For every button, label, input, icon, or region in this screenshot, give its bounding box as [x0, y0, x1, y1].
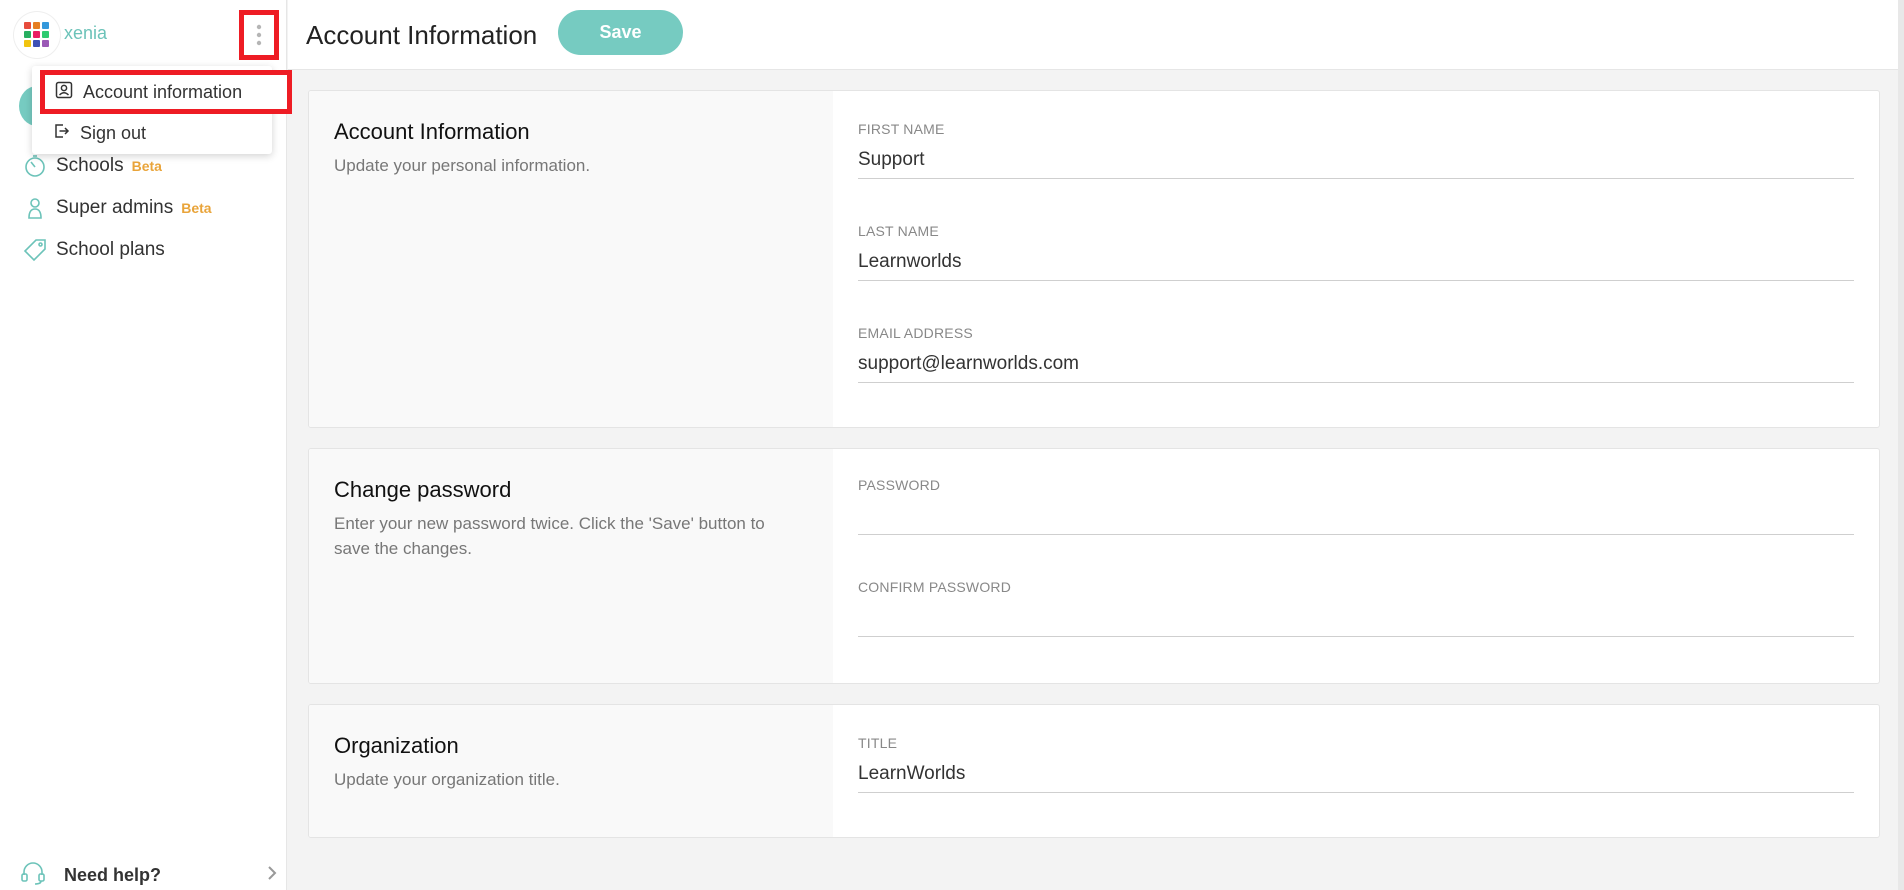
- confirm-password-input[interactable]: [858, 599, 1854, 637]
- scrollbar[interactable]: [1898, 0, 1904, 890]
- brand-grid-icon: [24, 22, 51, 49]
- change-password-card: Change password Enter your new password …: [308, 448, 1880, 684]
- stopwatch-icon: [22, 153, 48, 179]
- password-field: PASSWORD: [858, 477, 1854, 545]
- sidebar-item-super-admins[interactable]: Super admins Beta: [22, 195, 212, 221]
- kebab-menu-icon: [256, 24, 262, 46]
- section-title: Organization: [334, 733, 459, 758]
- beta-badge: Beta: [181, 200, 212, 216]
- field-label: EMAIL ADDRESS: [858, 325, 973, 341]
- sidebar-item-label: School plans: [56, 239, 165, 260]
- field-label: PASSWORD: [858, 477, 941, 493]
- last-name-field: LAST NAME: [858, 223, 1854, 291]
- username[interactable]: xenia: [64, 23, 107, 44]
- menu-item-account-information[interactable]: Account information: [40, 70, 292, 114]
- need-help-button[interactable]: Need help?: [20, 860, 278, 890]
- first-name-field: FIRST NAME: [858, 121, 1854, 189]
- confirm-password-field: CONFIRM PASSWORD: [858, 579, 1854, 647]
- password-input[interactable]: [858, 497, 1854, 535]
- more-options-button[interactable]: [239, 10, 279, 60]
- menu-item-sign-out[interactable]: Sign out: [32, 113, 272, 153]
- sidebar-item-schools[interactable]: Schools Beta: [22, 153, 162, 179]
- user-dropdown-menu: Account information Sign out: [32, 66, 292, 154]
- organization-card: Organization Update your organization ti…: [308, 704, 1880, 838]
- organization-title-input[interactable]: [858, 755, 1854, 793]
- section-description: Update your organization title.: [334, 770, 560, 789]
- sidebar-item-label: Super admins: [56, 197, 174, 218]
- headset-icon: [20, 860, 46, 890]
- sidebar-item-school-plans[interactable]: School plans: [22, 237, 165, 263]
- beta-badge: Beta: [131, 158, 162, 174]
- section-description: Enter your new password twice. Click the…: [334, 514, 765, 558]
- sidebar-item-label: Schools: [56, 155, 124, 176]
- chevron-right-icon: [266, 864, 278, 887]
- section-title: Account Information: [334, 119, 530, 144]
- email-input[interactable]: [858, 345, 1854, 383]
- email-field: EMAIL ADDRESS: [858, 325, 1854, 393]
- account-information-card: Account Information Update your personal…: [308, 90, 1880, 428]
- need-help-label: Need help?: [64, 864, 162, 885]
- save-button[interactable]: Save: [558, 10, 683, 55]
- menu-item-label: Sign out: [80, 122, 147, 143]
- menu-item-label: Account information: [83, 81, 243, 102]
- field-label: LAST NAME: [858, 223, 939, 239]
- field-label: FIRST NAME: [858, 121, 945, 137]
- account-box-icon: [55, 81, 73, 104]
- sign-out-icon: [52, 122, 70, 145]
- first-name-input[interactable]: [858, 141, 1854, 179]
- tag-icon: [22, 237, 48, 263]
- field-label: CONFIRM PASSWORD: [858, 579, 1012, 595]
- organization-title-field: TITLE: [858, 735, 1854, 803]
- section-description: Update your personal information.: [334, 156, 591, 175]
- section-title: Change password: [334, 477, 512, 502]
- brand-logo[interactable]: [14, 12, 60, 58]
- last-name-input[interactable]: [858, 243, 1854, 281]
- page-title: Account Information: [306, 20, 538, 50]
- page-header: Account Information Save: [288, 0, 1904, 70]
- user-icon: [22, 195, 48, 221]
- field-label: TITLE: [858, 735, 898, 751]
